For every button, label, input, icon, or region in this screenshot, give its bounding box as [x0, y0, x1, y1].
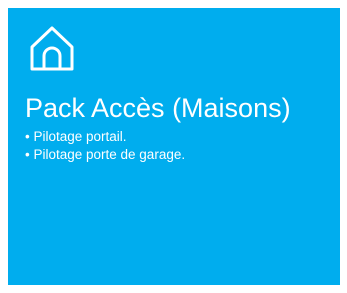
home-icon — [29, 25, 75, 71]
feature-list: • Pilotage portail. • Pilotage porte de … — [25, 128, 185, 164]
pack-card[interactable]: Pack Accès (Maisons) • Pilotage portail.… — [8, 8, 340, 285]
pack-title: Pack Accès (Maisons) — [25, 93, 291, 123]
feature-item-garage: • Pilotage porte de garage. — [25, 147, 186, 162]
feature-item-portail: • Pilotage portail. — [25, 129, 127, 144]
